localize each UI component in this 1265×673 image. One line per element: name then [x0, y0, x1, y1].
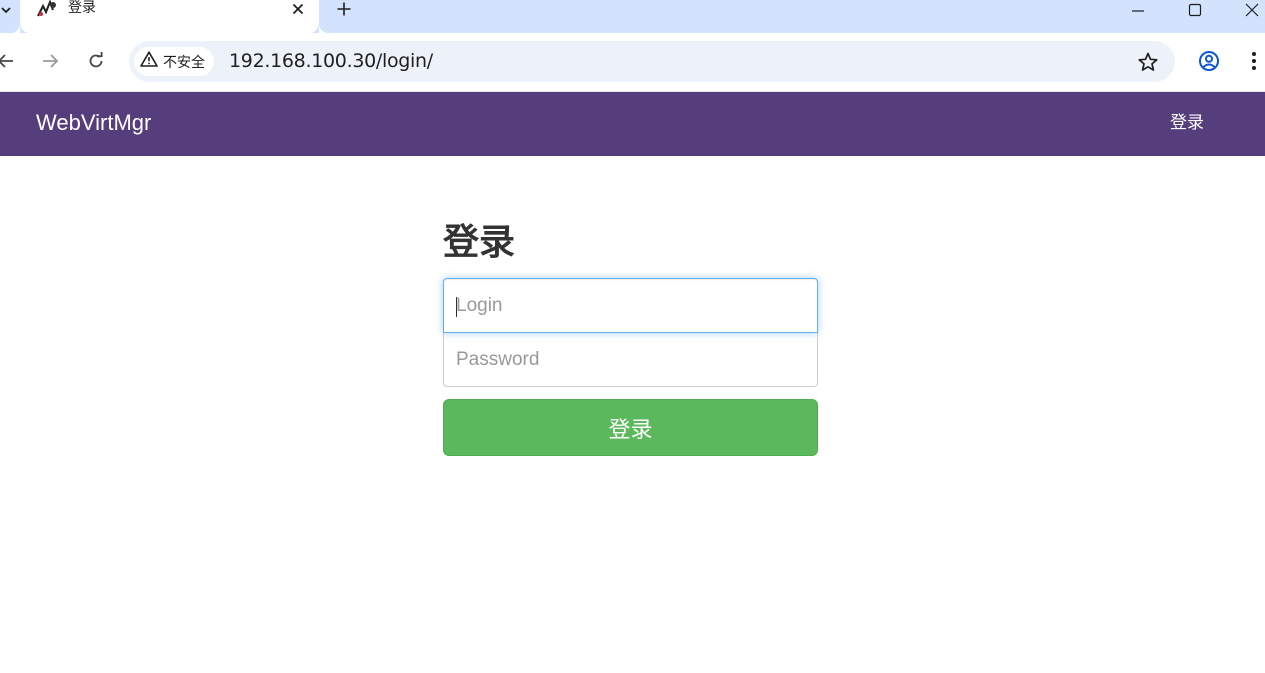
- url-text[interactable]: 192.168.100.30/login/: [229, 41, 433, 82]
- warning-icon: [140, 51, 158, 72]
- brand-link[interactable]: WebVirtMgr: [36, 92, 151, 154]
- active-tab[interactable]: 登录: [10, 0, 329, 33]
- tab-strip: 登录: [0, 0, 1265, 33]
- reload-icon[interactable]: [81, 46, 111, 76]
- login-form: 登录 登录: [443, 218, 818, 456]
- nav-login-link[interactable]: 登录: [1170, 92, 1204, 154]
- tab-close-icon[interactable]: [288, 0, 308, 18]
- login-submit-button[interactable]: 登录: [443, 399, 818, 456]
- close-window-icon[interactable]: [1237, 0, 1265, 20]
- security-label: 不安全: [163, 54, 205, 71]
- text-caret: [456, 297, 457, 317]
- more-vert-icon[interactable]: [1242, 49, 1265, 73]
- tab-search-chevron-down-icon[interactable]: [0, 0, 16, 20]
- browser-toolbar: 不安全 192.168.100.30/login/: [0, 33, 1265, 92]
- minimize-icon[interactable]: [1123, 0, 1153, 20]
- page-title: 登录: [443, 222, 516, 263]
- address-bar[interactable]: 不安全 192.168.100.30/login/: [129, 41, 1175, 82]
- forward-arrow-right-icon[interactable]: [35, 46, 65, 76]
- security-chip[interactable]: 不安全: [134, 47, 214, 76]
- maximize-icon[interactable]: [1180, 0, 1210, 20]
- bookmark-star-icon[interactable]: [1137, 51, 1159, 73]
- password-input[interactable]: [443, 332, 818, 387]
- username-input[interactable]: [443, 278, 818, 333]
- tab-title: 登录: [68, 0, 96, 16]
- new-tab-plus-icon[interactable]: [334, 0, 354, 18]
- account-circle-icon[interactable]: [1197, 49, 1221, 73]
- back-arrow-left-icon[interactable]: [0, 46, 21, 76]
- top-navbar: WebVirtMgr 登录: [0, 92, 1265, 156]
- webvirtmgr-favicon-icon: [36, 0, 58, 18]
